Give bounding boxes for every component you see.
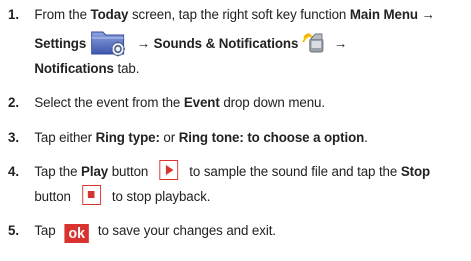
arrow-separator: → bbox=[417, 7, 435, 23]
step-text: Tap the Play button to sample the sound … bbox=[34, 160, 466, 209]
step-number: 5. bbox=[8, 223, 19, 239]
step-text-segment: tab. bbox=[113, 60, 140, 77]
step-text-segment: drop down menu. bbox=[219, 95, 325, 111]
play-icon bbox=[159, 160, 179, 180]
step-text-segment: to save your changes and exit. bbox=[94, 223, 276, 239]
step-text: Select the event from the Event drop dow… bbox=[34, 91, 466, 116]
arrow-separator: → bbox=[330, 35, 348, 52]
step-text-segment: Tap either bbox=[34, 129, 96, 146]
bold-term-notifications: Notifications bbox=[34, 60, 114, 77]
bold-term-ring-tone: Ring tone: to choose a option bbox=[178, 129, 365, 146]
play-triangle bbox=[165, 164, 174, 175]
step-text-segment: . bbox=[364, 129, 368, 146]
step-1: 1. From the Today screen, tap the right … bbox=[8, 3, 467, 81]
ok-soft-key-icon: ok bbox=[64, 224, 89, 243]
step-5: 5. Tap ok to save your changes and exit. bbox=[8, 219, 467, 244]
step-text-segment: From the bbox=[34, 7, 91, 23]
step-text-segment: Tap bbox=[34, 223, 60, 239]
step-2: 2. Select the event from the Event drop … bbox=[8, 91, 467, 116]
step-text: Tap either Ring type: or Ring tone: to c… bbox=[34, 126, 466, 151]
bold-term-today: Today bbox=[90, 7, 129, 23]
step-text-segment: Tap the bbox=[34, 164, 82, 180]
instructions-document: 1. From the Today screen, tap the right … bbox=[0, 0, 471, 261]
step-text-segment: to sample the sound file and tap the bbox=[185, 164, 401, 180]
stop-icon bbox=[81, 184, 101, 205]
step-text: Tap ok to save your changes and exit. bbox=[34, 219, 466, 244]
step-text: From the Today screen, tap the right sof… bbox=[34, 3, 466, 81]
stop-square bbox=[87, 190, 95, 198]
bold-term-event: Event bbox=[183, 95, 220, 111]
step-text-segment: to stop playback. bbox=[108, 188, 211, 205]
arrow-separator: → bbox=[133, 35, 154, 52]
step-text-segment: or bbox=[159, 129, 179, 146]
step-number: 3. bbox=[8, 129, 19, 146]
step-4: 4. Tap the Play button to sample the sou… bbox=[8, 160, 467, 209]
bold-term-sounds-notifications: Sounds & Notifications bbox=[153, 35, 299, 52]
bold-term-main-menu: Main Menu bbox=[349, 7, 418, 23]
step-text-segment: button bbox=[108, 164, 152, 180]
step-text-segment: Select the event from the bbox=[34, 95, 184, 111]
sounds-notifications-icon bbox=[302, 30, 326, 54]
step-number: 2. bbox=[8, 95, 19, 111]
bold-term-ring-type: Ring type: bbox=[95, 129, 160, 146]
bold-term-stop: Stop bbox=[400, 164, 431, 180]
step-3: 3. Tap either Ring type: or Ring tone: t… bbox=[8, 126, 467, 151]
step-number: 4. bbox=[8, 164, 19, 180]
step-text-segment: screen, tap the right soft key function bbox=[128, 7, 350, 23]
step-number: 1. bbox=[8, 7, 19, 23]
bold-term-settings: Settings bbox=[34, 35, 87, 52]
bold-term-play: Play bbox=[81, 164, 109, 180]
settings-folder-icon bbox=[90, 28, 128, 57]
step-text-segment: button bbox=[34, 188, 75, 205]
